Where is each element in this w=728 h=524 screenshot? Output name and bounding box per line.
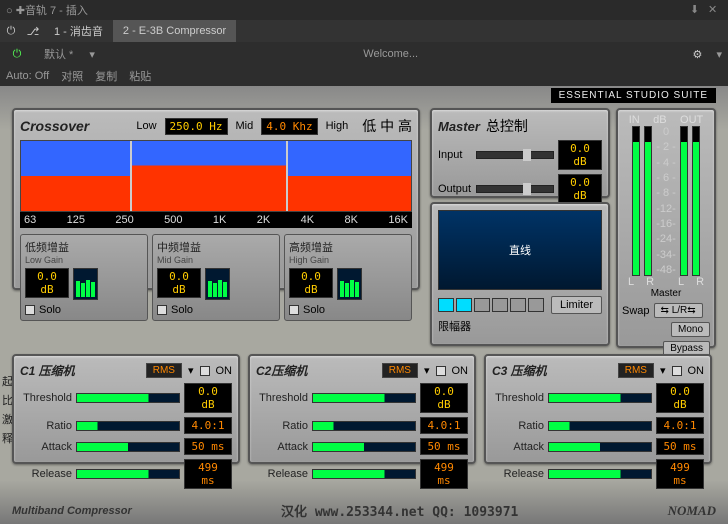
mid-gain-box: 中频增益 Mid Gain 0.0 dB Solo	[152, 234, 280, 321]
comp2-threshold-slider[interactable]	[312, 393, 416, 403]
chevron-down-icon[interactable]: ▾	[716, 48, 722, 61]
low-freq-display[interactable]: 250.0 Hz	[165, 118, 228, 135]
paste-button[interactable]: 粘贴	[129, 68, 151, 84]
comp1-panel: C1 压缩机RMS▾ON Threshold0.0 dB Ratio4.0:1 …	[12, 354, 240, 464]
preset-btn-5[interactable]	[510, 298, 526, 312]
tab-1[interactable]: 1 - 消齿音	[44, 20, 113, 42]
comp1-ratio-val[interactable]: 4.0:1	[184, 417, 232, 434]
limiter-button[interactable]: Limiter	[551, 296, 602, 314]
comp1-attack-slider[interactable]	[76, 442, 180, 452]
comp3-release-slider[interactable]	[548, 469, 652, 479]
welcome-text: Welcome...	[363, 48, 418, 60]
auto-label[interactable]: Auto: Off	[6, 70, 49, 82]
app-icon: ○ ✚	[6, 4, 25, 17]
low-gain-value[interactable]: 0.0 dB	[25, 268, 69, 298]
tab-2[interactable]: 2 - E-3B Compressor	[113, 20, 236, 42]
out-meter-l	[680, 126, 688, 276]
close-icon[interactable]: ✕	[708, 3, 722, 17]
comp3-ratio-slider[interactable]	[548, 421, 652, 431]
master-title-en: Master	[438, 119, 480, 134]
mid-label: Mid	[236, 120, 254, 132]
curve-panel: 直线 Limiter 限幅器	[430, 202, 610, 346]
input-value[interactable]: 0.0 dB	[558, 140, 602, 170]
output-value[interactable]: 0.0 dB	[558, 174, 602, 204]
comp1-ratio-slider[interactable]	[76, 421, 180, 431]
low-label: Low	[136, 120, 156, 132]
master-panel: Master 总控制 Input0.0 dB Output0.0 dB	[430, 108, 610, 198]
preset-btn-3[interactable]	[474, 298, 490, 312]
comp2-panel: C2压缩机RMS▾ON Threshold0.0 dB Ratio4.0:1 A…	[248, 354, 476, 464]
high-label: High	[326, 120, 349, 132]
preset-btn-6[interactable]	[528, 298, 544, 312]
chevron-down-icon[interactable]: ▾	[424, 364, 430, 377]
mid-gain-value[interactable]: 0.0 dB	[157, 268, 201, 298]
mid-gain-meter	[205, 268, 230, 300]
copy-button[interactable]: 复制	[95, 68, 117, 84]
comp1-release-slider[interactable]	[76, 469, 180, 479]
comp2-ratio-slider[interactable]	[312, 421, 416, 431]
comp2-release-slider[interactable]	[312, 469, 416, 479]
curve-display[interactable]: 直线	[438, 210, 602, 290]
freq-scale: 631252505001K2K4K8K16K	[20, 212, 412, 228]
meter-scale: 0- 2 -- 4 -- 6 -- 8 --12--16--24--34--48…	[656, 126, 676, 276]
in-meter-l	[632, 126, 640, 276]
routing-icon[interactable]: ⎇	[24, 22, 42, 40]
crossover-title: Crossover	[20, 118, 89, 134]
comp1-attack-val[interactable]: 50 ms	[184, 438, 232, 455]
high-gain-value[interactable]: 0.0 dB	[289, 268, 333, 298]
comp1-release-val[interactable]: 499 ms	[184, 459, 232, 489]
suite-label: ESSENTIAL STUDIO SUITE	[551, 88, 716, 103]
preset-btn-1[interactable]	[438, 298, 454, 312]
comp3-on-check[interactable]	[672, 366, 682, 376]
comp2-mode[interactable]: RMS	[382, 363, 418, 378]
preset-dropdown[interactable]: 默认 *	[36, 44, 81, 64]
mono-button[interactable]: Mono	[671, 322, 710, 337]
meters-panel: INdBOUT 0- 2 -- 4 -- 6 -- 8 --12--16--24…	[616, 108, 716, 348]
swap-lr-button[interactable]: ⇆ L/R⇆	[654, 303, 703, 318]
comp1-threshold-val[interactable]: 0.0 dB	[184, 383, 232, 413]
bands-zh-label: 低 中 高	[362, 116, 412, 136]
comp1-mode[interactable]: RMS	[146, 363, 182, 378]
chevron-down-icon[interactable]: ▾	[89, 48, 95, 61]
comp1-threshold-slider[interactable]	[76, 393, 180, 403]
compare-button[interactable]: 对照	[61, 68, 83, 84]
high-gain-box: 高频增益 High Gain 0.0 dB Solo	[284, 234, 412, 321]
low-solo-check[interactable]	[25, 305, 35, 315]
master-title-zh: 总控制	[486, 116, 528, 136]
brand-logo: NOMAD	[668, 503, 716, 519]
preset-btn-4[interactable]	[492, 298, 508, 312]
crossover-panel: Crossover Low 250.0 Hz Mid 4.0 Khz High …	[12, 108, 420, 290]
output-slider[interactable]	[476, 185, 554, 193]
comp2-attack-slider[interactable]	[312, 442, 416, 452]
out-meter-r	[692, 126, 700, 276]
limiter-zh-label: 限幅器	[438, 318, 602, 334]
low-gain-box: 低频增益 Low Gain 0.0 dB Solo	[20, 234, 148, 321]
mid-freq-display[interactable]: 4.0 Khz	[261, 118, 317, 135]
pin-icon[interactable]: ⬇	[690, 3, 704, 17]
window-title: 音轨 7 - 插入	[25, 2, 686, 18]
chevron-down-icon[interactable]: ▾	[660, 364, 666, 377]
gear-icon[interactable]: ⚙	[688, 45, 706, 63]
comp3-panel: C3 压缩机RMS▾ON Threshold0.0 dB Ratio4.0:1 …	[484, 354, 712, 464]
high-gain-meter	[337, 268, 362, 300]
low-gain-meter	[73, 268, 98, 300]
comp3-attack-slider[interactable]	[548, 442, 652, 452]
high-solo-check[interactable]	[289, 305, 299, 315]
crossover-display[interactable]	[20, 140, 412, 212]
chevron-down-icon[interactable]: ▾	[188, 364, 194, 377]
mid-solo-check[interactable]	[157, 305, 167, 315]
input-slider[interactable]	[476, 151, 554, 159]
in-meter-r	[644, 126, 652, 276]
comp1-on-check[interactable]	[200, 366, 210, 376]
comp3-threshold-slider[interactable]	[548, 393, 652, 403]
comp3-mode[interactable]: RMS	[618, 363, 654, 378]
comp2-on-check[interactable]	[436, 366, 446, 376]
power-icon[interactable]: ⏻	[2, 22, 20, 40]
plugin-power-icon[interactable]: ⏻	[8, 45, 26, 63]
credit-text: 汉化 www.253344.net QQ: 1093971	[132, 501, 668, 520]
preset-btn-2[interactable]	[456, 298, 472, 312]
product-name: Multiband Compressor	[12, 505, 132, 517]
